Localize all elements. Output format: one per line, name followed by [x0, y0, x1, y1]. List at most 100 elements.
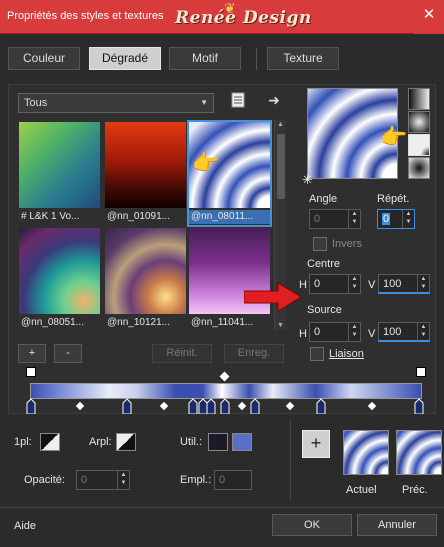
- position-label: 1pl:: [14, 436, 32, 448]
- gradient-editor-bar[interactable]: [30, 383, 422, 399]
- source-v-stepper[interactable]: 100 ▲ ▼: [378, 322, 430, 342]
- current-label: Actuel: [346, 484, 377, 496]
- footer-divider: [0, 507, 444, 508]
- add-gradient-button[interactable]: +: [18, 344, 46, 363]
- opacity-stepper[interactable]: 0 ▲ ▼: [76, 470, 130, 490]
- stepper-arrows-icon[interactable]: ▲ ▼: [348, 323, 360, 341]
- help-link[interactable]: Aide: [14, 520, 36, 532]
- center-h-value: 0: [314, 278, 321, 290]
- watermark-logo: Renée Design: [175, 8, 312, 28]
- tab-motif[interactable]: Motif: [169, 47, 241, 70]
- scroll-down-icon[interactable]: ▼: [277, 322, 284, 329]
- tab-couleur[interactable]: Couleur: [8, 47, 80, 70]
- gradient-thumb-selected[interactable]: 👉 @nn_08011...: [187, 120, 272, 227]
- title-bar: Propriétés des styles et textures ❦ René…: [0, 0, 444, 34]
- scrollbar-thumb[interactable]: [277, 134, 285, 199]
- center-v-stepper[interactable]: 100 ▲ ▼: [378, 274, 430, 294]
- category-dropdown[interactable]: Tous ▼: [18, 93, 214, 113]
- save-button[interactable]: Enreg.: [224, 344, 284, 363]
- previous-gradient-preview[interactable]: [396, 430, 442, 475]
- gradient-thumb-label: # L&K 1 Vo...: [21, 211, 80, 222]
- window-title: Propriétés des styles et textures: [7, 10, 164, 22]
- tab-separator: [256, 48, 257, 70]
- center-v-label: V: [368, 279, 376, 291]
- tab-bar: Couleur Dégradé Motif Texture: [0, 34, 444, 84]
- angle-stepper[interactable]: 0 ▲ ▼: [309, 209, 361, 229]
- stepper-arrows-icon[interactable]: ▲ ▼: [348, 210, 360, 228]
- center-h-stepper[interactable]: 0 ▲ ▼: [309, 274, 361, 294]
- current-gradient-preview: [343, 430, 389, 475]
- add-to-library-button[interactable]: +: [302, 430, 330, 458]
- gradient-thumb-label: @nn_10121...: [107, 317, 170, 328]
- stop-marker-end[interactable]: [416, 367, 426, 377]
- gradient-thumb-label: @nn_11041...: [191, 317, 254, 328]
- stepper-arrows-icon[interactable]: ▲ ▼: [402, 210, 414, 228]
- style-sunburst-button[interactable]: [408, 134, 430, 156]
- previous-label: Préc.: [402, 484, 428, 496]
- gradient-thumb-label: @nn_01091...: [107, 211, 170, 222]
- stepper-arrows-icon[interactable]: ▲ ▼: [348, 275, 360, 293]
- gradient-thumb[interactable]: @nn_10121...: [105, 228, 186, 331]
- gradient-library: # L&K 1 Vo... @nn_01091... 👉 @nn_08011..…: [18, 120, 273, 330]
- repeat-stepper[interactable]: 0 ▲ ▼: [377, 209, 415, 229]
- stepper-arrows-icon[interactable]: ▲ ▼: [417, 323, 429, 341]
- opacity-label: Opacité:: [24, 474, 65, 486]
- tab-degrade[interactable]: Dégradé: [89, 47, 161, 70]
- link-label: Liaison: [329, 348, 364, 360]
- style-rectangular-button[interactable]: [408, 111, 430, 133]
- empl-value: 0: [219, 474, 226, 486]
- vertical-divider: [290, 420, 291, 500]
- library-options-icon[interactable]: [230, 92, 246, 110]
- gradient-thumb-label: @nn_08051...: [21, 317, 84, 328]
- gradient-preview: [19, 228, 100, 314]
- pointing-hand-icon: 👉: [192, 150, 220, 175]
- util-color-swatch[interactable]: [232, 433, 252, 451]
- center-v-value: 100: [383, 278, 402, 290]
- pointing-hand-icon: 👉: [380, 124, 408, 149]
- stepper-arrows-icon[interactable]: ▲ ▼: [117, 471, 129, 489]
- gradient-thumb[interactable]: @nn_11041...: [189, 228, 270, 331]
- source-v-value: 100: [383, 326, 402, 338]
- source-h-value: 0: [314, 326, 321, 338]
- stepper-arrows-icon[interactable]: ▲ ▼: [417, 275, 429, 293]
- invert-label: Invers: [332, 238, 362, 250]
- cancel-button[interactable]: Annuler: [357, 514, 437, 536]
- arrow-right-icon[interactable]: ➜: [266, 92, 282, 110]
- tab-texture[interactable]: Texture: [267, 47, 339, 70]
- category-value: Tous: [24, 97, 48, 109]
- empl-label: Empl.:: [180, 474, 212, 486]
- gradient-thumb[interactable]: # L&K 1 Vo...: [19, 122, 100, 225]
- gradient-preview: [105, 228, 186, 314]
- angle-value: 0: [314, 213, 321, 225]
- link-checkbox[interactable]: [310, 347, 324, 361]
- gradient-thumb-label: @nn_08011...: [189, 210, 270, 224]
- reset-button[interactable]: Réinit.: [152, 344, 212, 363]
- center-label: Centre: [307, 258, 341, 270]
- style-radial-button[interactable]: [408, 157, 430, 179]
- repeat-value: 0: [382, 213, 391, 225]
- source-v-label: V: [368, 328, 376, 340]
- empl-field[interactable]: 0: [214, 470, 252, 490]
- gradient-thumb[interactable]: @nn_01091...: [105, 122, 186, 225]
- util-label: Util.:: [180, 436, 202, 448]
- ok-button[interactable]: OK: [272, 514, 352, 536]
- opacity-value: 0: [81, 474, 88, 486]
- gradient-thumb[interactable]: @nn_08051...: [19, 228, 100, 331]
- remove-gradient-button[interactable]: -: [54, 344, 82, 363]
- close-button[interactable]: ✕: [414, 0, 444, 34]
- chevron-down-icon: ▼: [200, 98, 208, 107]
- style-linear-button[interactable]: [408, 88, 430, 110]
- repeat-label: Répét.: [377, 193, 410, 205]
- util-dark-swatch[interactable]: [208, 433, 228, 451]
- pointer-arrow-icon: [243, 282, 302, 315]
- gradient-preview: [105, 122, 186, 208]
- bg-color-swatch[interactable]: [116, 433, 136, 451]
- scroll-up-icon[interactable]: ▲: [277, 121, 284, 128]
- stop-marker-start[interactable]: [26, 367, 36, 377]
- source-label: Source: [307, 304, 342, 316]
- source-h-stepper[interactable]: 0 ▲ ▼: [309, 322, 361, 342]
- fg-color-swatch[interactable]: [40, 433, 60, 451]
- invert-checkbox[interactable]: [313, 237, 327, 251]
- source-h-label: H: [299, 328, 307, 340]
- center-marker-icon[interactable]: ✳: [302, 172, 313, 188]
